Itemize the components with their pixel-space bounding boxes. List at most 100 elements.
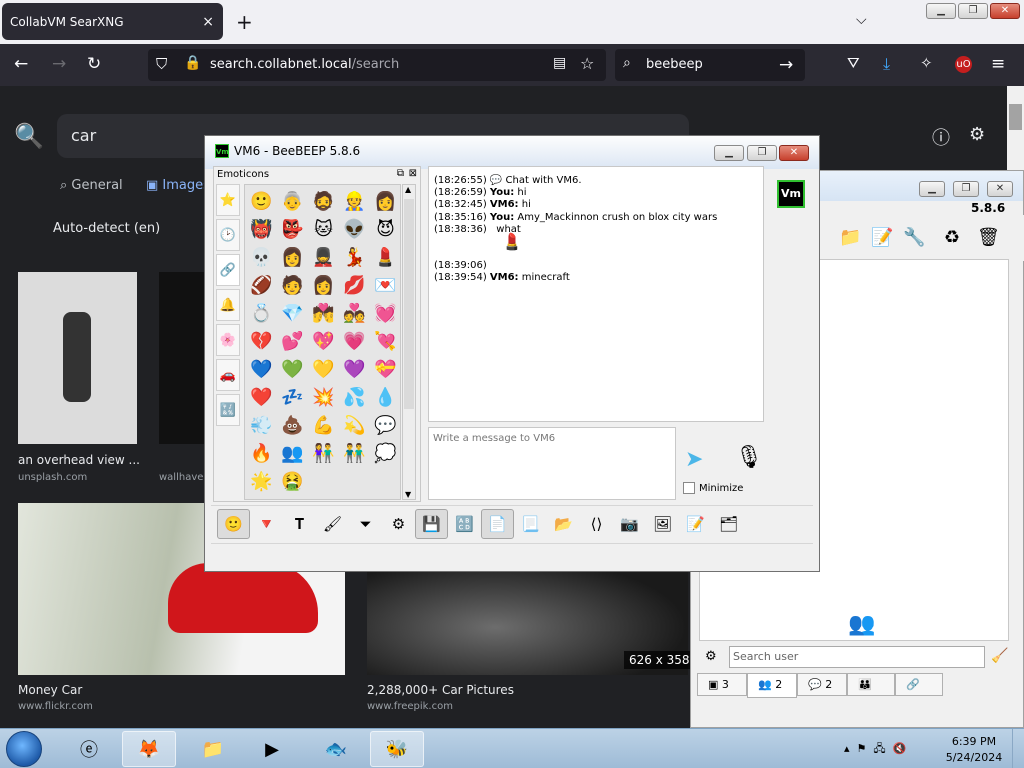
notes-icon[interactable]: 📝: [679, 509, 712, 539]
emoticon-item[interactable]: 👩: [277, 244, 308, 272]
emoticon-item[interactable]: 👩: [308, 272, 339, 300]
download-icon[interactable]: ⤓: [883, 54, 890, 74]
tab-close-icon[interactable]: ×: [202, 14, 214, 30]
reader-view-icon[interactable]: ▤: [553, 55, 566, 71]
close-window-button[interactable]: ✕: [779, 145, 809, 161]
emoticon-item[interactable]: 💕: [277, 328, 308, 356]
minimize-window-button[interactable]: ▁: [714, 145, 744, 161]
emoticon-item[interactable]: 👬: [339, 440, 370, 468]
car-icon[interactable]: 🚗: [216, 359, 240, 391]
emoticon-scrollbar[interactable]: ▲ ▼: [402, 184, 416, 500]
settings-icon[interactable]: ⚙: [382, 509, 415, 539]
emoticon-item[interactable]: 💜: [339, 356, 370, 384]
result-caption[interactable]: Money Car: [18, 683, 82, 697]
emoticon-item[interactable]: 💃: [339, 244, 370, 272]
chevron-down-icon[interactable]: 🔻: [250, 509, 283, 539]
start-button[interactable]: [6, 731, 42, 767]
scroll-up-icon[interactable]: ▲: [405, 185, 411, 194]
language-selector[interactable]: Auto-detect (en): [53, 221, 160, 236]
close-window-button[interactable]: ✕: [987, 181, 1013, 197]
info-icon[interactable]: ⓘ: [932, 124, 950, 150]
emoticon-item[interactable]: 🤮: [277, 468, 308, 496]
tab-groups[interactable]: 👥 2: [747, 673, 797, 698]
result-caption[interactable]: 2,288,000+ Car Pictures: [367, 683, 514, 697]
font-icon[interactable]: 𝐓: [283, 509, 316, 539]
font-color-icon[interactable]: 🖌: [316, 509, 349, 539]
edit-icon[interactable]: 📝: [871, 227, 893, 248]
emoticon-item[interactable]: 👺: [277, 216, 308, 244]
tab-collabvm-searxng[interactable]: CollabVM SearXNG ×: [2, 3, 223, 40]
send-folder-icon[interactable]: 📂: [547, 509, 580, 539]
emoticon-item[interactable]: 💂: [308, 244, 339, 272]
emoticon-item[interactable]: 🐱: [308, 216, 339, 244]
close-icon[interactable]: ⊠: [409, 168, 417, 179]
camera-icon[interactable]: 📷: [613, 509, 646, 539]
emoticon-item[interactable]: 🔥: [246, 440, 277, 468]
forward-arrow-icon[interactable]: →: [52, 54, 66, 74]
tab-general[interactable]: ⌕ General: [60, 178, 123, 193]
new-tab-button[interactable]: +: [236, 10, 253, 34]
restore-window-button[interactable]: ❐: [953, 181, 979, 197]
emoticon-item[interactable]: 💘: [370, 328, 400, 356]
extensions-icon[interactable]: ✧: [920, 54, 933, 72]
shield-icon[interactable]: ⛉: [156, 55, 167, 73]
save-chat-icon[interactable]: 🗂: [712, 509, 745, 539]
tools-icon[interactable]: 🔧: [903, 227, 925, 248]
emoticon-item[interactable]: 💌: [370, 272, 400, 300]
emoticon-item[interactable]: 🧔: [308, 188, 339, 216]
minimize-window-button[interactable]: ▁: [926, 3, 956, 19]
emoticon-item[interactable]: 💗: [339, 328, 370, 356]
minimize-window-button[interactable]: ▁: [919, 181, 945, 197]
emoticon-item[interactable]: 👹: [246, 216, 277, 244]
show-desktop-button[interactable]: [1012, 729, 1024, 768]
emoticon-item[interactable]: 💍: [246, 300, 277, 328]
broom-icon[interactable]: 🧹: [991, 648, 1008, 664]
recycle-icon[interactable]: ♻: [944, 227, 960, 248]
result-caption[interactable]: an overhead view ...: [18, 453, 140, 467]
menu-icon[interactable]: ≡: [991, 54, 1005, 74]
lock-icon[interactable]: 🔒: [184, 55, 201, 71]
emoticon-item[interactable]: 💚: [277, 356, 308, 384]
scrollbar-thumb[interactable]: [404, 199, 414, 409]
emoticon-item[interactable]: 🧑: [277, 272, 308, 300]
message-input[interactable]: Write a message to VM6: [428, 427, 676, 500]
flower-icon[interactable]: 🌸: [216, 324, 240, 356]
network-icon[interactable]: 🖧: [873, 742, 885, 755]
emoticon-item[interactable]: 👷: [339, 188, 370, 216]
tab-images[interactable]: ▣ Images: [146, 178, 210, 193]
emoticon-item[interactable]: 💋: [339, 272, 370, 300]
emoticon-item[interactable]: 💭: [370, 440, 400, 468]
emoticon-item[interactable]: 👽: [339, 216, 370, 244]
reload-icon[interactable]: ↻: [87, 54, 101, 74]
clock-icon[interactable]: 🕑: [216, 219, 240, 251]
emoticon-icon[interactable]: 🙂: [217, 508, 250, 539]
emoticon-item[interactable]: 💫: [339, 412, 370, 440]
emoticon-item[interactable]: 💥: [308, 384, 339, 412]
result-image-wallhaven[interactable]: [159, 272, 207, 444]
minimize-checkbox[interactable]: Minimize: [683, 482, 743, 494]
emoticon-item[interactable]: 🌟: [246, 468, 277, 496]
filter-icon[interactable]: ⏷: [349, 509, 382, 539]
emoticon-item[interactable]: 💏: [308, 300, 339, 328]
emoticon-item[interactable]: 💓: [370, 300, 400, 328]
tab-network[interactable]: 👪: [847, 673, 895, 696]
star-icon[interactable]: ⭐: [216, 184, 240, 216]
settings-icon[interactable]: ⚙: [705, 649, 717, 664]
search-bar[interactable]: ⌕ beebeep →: [615, 49, 805, 81]
tab-chats[interactable]: 💬 2: [797, 673, 847, 696]
save-icon[interactable]: 💾: [415, 508, 448, 539]
emoticon-item[interactable]: 🙂: [246, 188, 277, 216]
emoticon-item[interactable]: ❤️: [246, 384, 277, 412]
spell-icon[interactable]: 🔠: [448, 509, 481, 539]
clock[interactable]: 6:39 PM 5/24/2024: [944, 734, 1004, 766]
emoticon-item[interactable]: 👵: [277, 188, 308, 216]
screenshot-icon[interactable]: 🖼: [646, 509, 679, 539]
flag-icon[interactable]: ⚑: [857, 742, 867, 755]
emoticon-item[interactable]: 🏈: [246, 272, 277, 300]
bell-icon[interactable]: 🔔: [216, 289, 240, 321]
media-player-icon[interactable]: ▶: [245, 731, 299, 767]
emoticon-item[interactable]: 💙: [246, 356, 277, 384]
microphone-icon[interactable]: 🎙: [735, 445, 763, 470]
file-icon[interactable]: 📃: [514, 509, 547, 539]
scroll-down-icon[interactable]: ▼: [405, 490, 411, 499]
